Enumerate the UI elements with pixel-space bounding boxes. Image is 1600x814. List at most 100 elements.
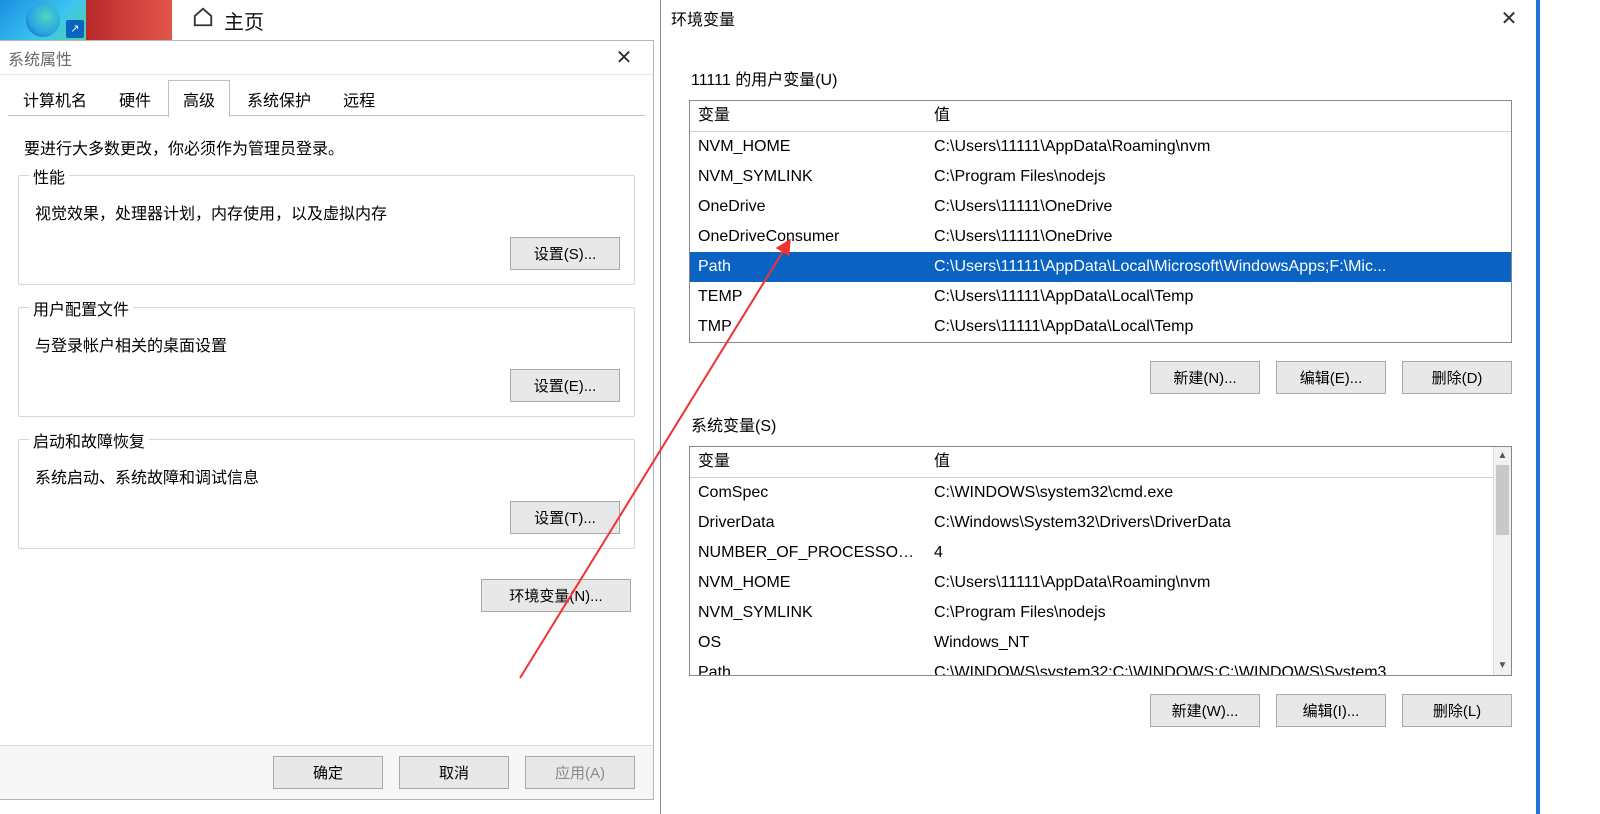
list-row[interactable]: NVM_HOMEC:\Users\11111\AppData\Roaming\n… <box>690 132 1511 162</box>
list-row[interactable]: OneDriveC:\Users\11111\OneDrive <box>690 192 1511 222</box>
var-name: DriverData <box>690 508 926 538</box>
browser-home-tab: 主页 <box>192 6 264 35</box>
tab-系统保护[interactable]: 系统保护 <box>232 80 326 117</box>
tab-远程[interactable]: 远程 <box>328 80 390 117</box>
var-value: C:\Users\11111\OneDrive <box>926 192 1511 222</box>
var-name: NVM_HOME <box>690 132 926 162</box>
scroll-thumb[interactable] <box>1496 465 1509 535</box>
performance-desc: 视觉效果，处理器计划，内存使用，以及虚拟内存 <box>35 200 618 224</box>
list-row[interactable]: ComSpecC:\WINDOWS\system32\cmd.exe <box>690 478 1493 508</box>
environment-variables-button[interactable]: 环境变量(N)... <box>481 579 631 612</box>
var-name: ComSpec <box>690 478 926 508</box>
system-properties-dialog: 系统属性 ✕ 计算机名硬件高级系统保护远程 要进行大多数更改，你必须作为管理员登… <box>0 40 654 800</box>
var-name: Path <box>690 252 926 282</box>
scroll-down-icon[interactable]: ▼ <box>1494 657 1511 675</box>
list-row[interactable]: TMPC:\Users\11111\AppData\Local\Temp <box>690 312 1511 342</box>
sys-vars-buttons: 新建(W)... 编辑(I)... 删除(L) <box>661 676 1540 735</box>
envdlg-titlebar: 环境变量 ✕ <box>661 0 1540 36</box>
column-header-name[interactable]: 变量 <box>690 101 926 131</box>
var-name: NVM_SYMLINK <box>690 598 926 628</box>
var-name: TEMP <box>690 282 926 312</box>
environment-variables-dialog: 环境变量 ✕ 11111 的用户变量(U) 变量 值 NVM_HOMEC:\Us… <box>660 0 1540 814</box>
startup-legend: 启动和故障恢复 <box>29 428 149 452</box>
user-edit-button[interactable]: 编辑(E)... <box>1276 361 1386 394</box>
var-value: C:\Users\11111\AppData\Local\Microsoft\W… <box>926 252 1511 282</box>
browser-home-label: 主页 <box>224 6 264 35</box>
edge-icon <box>26 3 60 37</box>
list-row[interactable]: DriverDataC:\Windows\System32\Drivers\Dr… <box>690 508 1493 538</box>
var-value: C:\WINDOWS\system32\cmd.exe <box>926 478 1493 508</box>
sys-vars-label: 系统变量(S) <box>661 402 1540 446</box>
close-icon[interactable]: ✕ <box>603 41 645 74</box>
startup-group: 启动和故障恢复 系统启动、系统故障和调试信息 设置(T)... <box>18 439 635 549</box>
window-right-border <box>1536 0 1540 814</box>
var-value: C:\Users\11111\AppData\Local\Temp <box>926 312 1511 342</box>
user-delete-button[interactable]: 删除(D) <box>1402 361 1512 394</box>
cancel-button[interactable]: 取消 <box>399 756 509 789</box>
var-value: C:\Users\11111\AppData\Roaming\nvm <box>926 132 1511 162</box>
sysprops-tabs: 计算机名硬件高级系统保护远程 <box>0 75 653 116</box>
user-vars-list[interactable]: 变量 值 NVM_HOMEC:\Users\11111\AppData\Roam… <box>689 100 1512 343</box>
list-row[interactable]: NVM_HOMEC:\Users\11111\AppData\Roaming\n… <box>690 568 1493 598</box>
sys-delete-button[interactable]: 删除(L) <box>1402 694 1512 727</box>
list-row[interactable]: TEMPC:\Users\11111\AppData\Local\Temp <box>690 282 1511 312</box>
userprofile-settings-button[interactable]: 设置(E)... <box>510 369 620 402</box>
column-header-name[interactable]: 变量 <box>690 447 926 477</box>
startup-settings-button[interactable]: 设置(T)... <box>510 501 620 534</box>
home-icon <box>192 6 214 34</box>
scroll-up-icon[interactable]: ▲ <box>1494 447 1511 465</box>
tab-硬件[interactable]: 硬件 <box>104 80 166 117</box>
list-row[interactable]: PathC:\WINDOWS\system32;C:\WINDOWS;C:\WI… <box>690 658 1493 675</box>
list-row[interactable]: NVM_SYMLINKC:\Program Files\nodejs <box>690 598 1493 628</box>
admin-note: 要进行大多数更改，你必须作为管理员登录。 <box>24 135 629 159</box>
var-name: NUMBER_OF_PROCESSORS <box>690 538 926 568</box>
startup-desc: 系统启动、系统故障和调试信息 <box>35 464 618 488</box>
var-name: Path <box>690 658 926 675</box>
column-header-value[interactable]: 值 <box>926 447 1493 477</box>
ok-button[interactable]: 确定 <box>273 756 383 789</box>
tab-高级[interactable]: 高级 <box>168 80 230 117</box>
scrollbar[interactable]: ▲ ▼ <box>1493 447 1511 675</box>
tab-计算机名[interactable]: 计算机名 <box>8 80 102 117</box>
sysprops-title: 系统属性 <box>8 46 72 70</box>
edge-browser-tile: ↗ <box>0 0 86 40</box>
var-name: NVM_SYMLINK <box>690 162 926 192</box>
column-header-value[interactable]: 值 <box>926 101 1511 131</box>
list-row[interactable]: NVM_SYMLINKC:\Program Files\nodejs <box>690 162 1511 192</box>
performance-settings-button[interactable]: 设置(S)... <box>510 237 620 270</box>
userprofile-legend: 用户配置文件 <box>29 296 133 320</box>
var-value: Windows_NT <box>926 628 1493 658</box>
var-value: C:\Program Files\nodejs <box>926 162 1511 192</box>
var-name: OS <box>690 628 926 658</box>
user-new-button[interactable]: 新建(N)... <box>1150 361 1260 394</box>
sysprops-titlebar: 系统属性 ✕ <box>0 41 653 75</box>
user-vars-buttons: 新建(N)... 编辑(E)... 删除(D) <box>661 343 1540 402</box>
var-value: C:\Users\11111\AppData\Roaming\nvm <box>926 568 1493 598</box>
sys-edit-button[interactable]: 编辑(I)... <box>1276 694 1386 727</box>
var-value: 4 <box>926 538 1493 568</box>
userprofile-group: 用户配置文件 与登录帐户相关的桌面设置 设置(E)... <box>18 307 635 417</box>
list-row[interactable]: OSWindows_NT <box>690 628 1493 658</box>
shortcut-arrow-icon: ↗ <box>66 20 84 38</box>
close-icon[interactable]: ✕ <box>1488 0 1530 36</box>
user-vars-header: 变量 值 <box>690 101 1511 132</box>
performance-group: 性能 视觉效果，处理器计划，内存使用，以及虚拟内存 设置(S)... <box>18 175 635 285</box>
sys-vars-header: 变量 值 <box>690 447 1493 478</box>
sys-vars-list[interactable]: 变量 值 ComSpecC:\WINDOWS\system32\cmd.exeD… <box>689 446 1512 676</box>
sys-new-button[interactable]: 新建(W)... <box>1150 694 1260 727</box>
list-row[interactable]: PathC:\Users\11111\AppData\Local\Microso… <box>690 252 1511 282</box>
var-value: C:\Users\11111\OneDrive <box>926 222 1511 252</box>
var-value: C:\Program Files\nodejs <box>926 598 1493 628</box>
background-top-strip: ↗ 主页 <box>0 0 660 40</box>
var-name: OneDriveConsumer <box>690 222 926 252</box>
envdlg-title: 环境变量 <box>671 6 735 30</box>
var-name: NVM_HOME <box>690 568 926 598</box>
user-vars-label: 11111 的用户变量(U) <box>661 36 1540 100</box>
wps-tile <box>86 0 172 40</box>
sysprops-body: 要进行大多数更改，你必须作为管理员登录。 性能 视觉效果，处理器计划，内存使用，… <box>0 117 653 630</box>
apply-button[interactable]: 应用(A) <box>525 756 635 789</box>
var-name: OneDrive <box>690 192 926 222</box>
list-row[interactable]: NUMBER_OF_PROCESSORS4 <box>690 538 1493 568</box>
var-value: C:\Users\11111\AppData\Local\Temp <box>926 282 1511 312</box>
list-row[interactable]: OneDriveConsumerC:\Users\11111\OneDrive <box>690 222 1511 252</box>
